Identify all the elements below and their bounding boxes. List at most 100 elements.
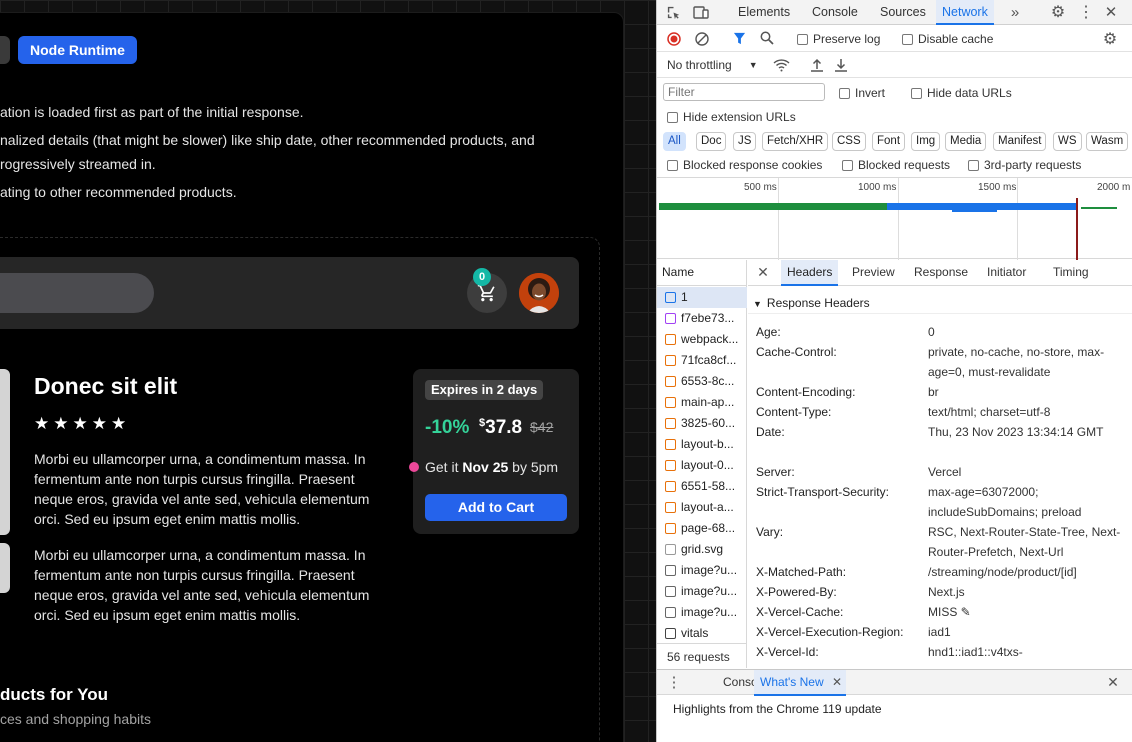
type-filter-font[interactable]: Font: [872, 132, 906, 151]
checkbox-box: [842, 159, 853, 171]
request-row[interactable]: image?u...: [657, 560, 747, 581]
request-row[interactable]: layout-0...: [657, 455, 747, 476]
js-file-icon: [665, 439, 676, 450]
close-drawer-icon[interactable]: ✕: [1106, 674, 1120, 690]
import-har-icon[interactable]: [810, 57, 824, 73]
header-value: Next.js: [928, 582, 1128, 602]
type-filter-js[interactable]: JS: [733, 132, 757, 151]
inspect-element-icon[interactable]: [665, 4, 681, 20]
close-devtools-icon[interactable]: ✕: [1103, 4, 1119, 21]
edit-pencil-icon[interactable]: ✎: [957, 605, 971, 619]
request-row[interactable]: grid.svg: [657, 539, 747, 560]
price-card: Expires in 2 days -10% $37.8 $42 Get it …: [409, 369, 579, 534]
triangle-down-icon: ▼: [753, 299, 762, 309]
request-row[interactable]: 6553-8c...: [657, 371, 747, 392]
hide-extension-urls-label: Hide extension URLs: [683, 110, 796, 124]
type-filter-manifest[interactable]: Manifest: [993, 132, 1047, 151]
avatar[interactable]: [519, 273, 559, 313]
kebab-menu-icon[interactable]: ⋮: [1078, 4, 1094, 21]
type-filter-media[interactable]: Media: [945, 132, 987, 151]
blocked-cookies-checkbox[interactable]: Blocked response cookies: [667, 158, 822, 172]
timeline-gridline: [778, 178, 779, 260]
name-column-header[interactable]: Name: [657, 260, 747, 286]
request-row[interactable]: layout-a...: [657, 497, 747, 518]
header-value: Thu, 23 Nov 2023 13:34:14 GMT: [928, 422, 1128, 442]
avatar-image: [519, 273, 559, 313]
header-name: Age:: [756, 325, 781, 339]
filter-input[interactable]: [663, 83, 825, 101]
tab-preview[interactable]: Preview: [846, 260, 901, 286]
request-row[interactable]: 71fca8cf...: [657, 350, 747, 371]
request-row[interactable]: image?u...: [657, 602, 747, 623]
star-rating: ★★★★★: [34, 414, 131, 433]
tab-timing[interactable]: Timing: [1047, 260, 1095, 286]
tab-sources[interactable]: Sources: [880, 0, 926, 25]
header-value-text: max-age=63072000; includeSubDomains; pre…: [928, 485, 1082, 519]
disable-cache-checkbox[interactable]: Disable cache: [902, 32, 993, 46]
more-tabs-icon[interactable]: »: [1007, 4, 1023, 21]
request-row[interactable]: page-68...: [657, 518, 747, 539]
other-file-icon: [665, 628, 676, 639]
request-row[interactable]: main-ap...: [657, 392, 747, 413]
shipping-estimate: Get it Nov 25 by 5pm: [425, 459, 558, 475]
hide-extension-urls-checkbox[interactable]: Hide extension URLs: [667, 110, 796, 124]
type-filter-fetch[interactable]: Fetch/XHR: [762, 132, 829, 151]
product-image-main[interactable]: [0, 369, 10, 535]
request-row[interactable]: layout-b...: [657, 434, 747, 455]
type-filter-all[interactable]: All: [663, 132, 686, 151]
record-stop-icon[interactable]: [667, 32, 681, 46]
request-row[interactable]: f7ebe73...: [657, 308, 747, 329]
tab-elements[interactable]: Elements: [738, 0, 790, 25]
chevron-down-icon: ▼: [748, 60, 758, 70]
tab-initiator[interactable]: Initiator: [981, 260, 1032, 286]
request-row[interactable]: webpack...: [657, 329, 747, 350]
request-row[interactable]: image?u...: [657, 581, 747, 602]
add-to-cart-button[interactable]: Add to Cart: [425, 494, 567, 521]
settings-gear-icon[interactable]: ⚙: [1050, 4, 1066, 21]
network-conditions-icon[interactable]: [772, 57, 790, 73]
type-filter-wasm[interactable]: Wasm: [1086, 132, 1129, 151]
network-overview-timeline[interactable]: 500 ms 1000 ms 1500 ms 2000 m: [657, 177, 1132, 260]
search-icon[interactable]: [760, 31, 774, 45]
whats-new-highlight[interactable]: Highlights from the Chrome 119 update: [673, 702, 882, 716]
request-row[interactable]: 6551-58...: [657, 476, 747, 497]
filter-funnel-icon[interactable]: [732, 31, 746, 45]
header-value: text/html; charset=utf-8: [928, 402, 1128, 422]
product-description-1: Morbi eu ullamcorper urna, a condimentum…: [34, 451, 370, 527]
blocked-requests-checkbox[interactable]: Blocked requests: [842, 158, 950, 172]
timeline-bar-resources: [887, 203, 1077, 210]
tab-console[interactable]: Console: [812, 0, 858, 25]
third-party-checkbox[interactable]: 3rd-party requests: [968, 158, 1081, 172]
request-row[interactable]: 1: [657, 287, 747, 308]
network-settings-icon[interactable]: ⚙: [1102, 31, 1118, 48]
hide-data-urls-checkbox[interactable]: Hide data URLs: [911, 86, 1012, 100]
throttling-select[interactable]: No throttling ▼: [667, 58, 758, 72]
export-har-icon[interactable]: [834, 57, 848, 73]
header-value: private, no-cache, no-store, max-age=0, …: [928, 342, 1128, 382]
tab-network[interactable]: Network: [936, 0, 994, 25]
request-row[interactable]: vitals: [657, 623, 747, 644]
header-value-text: br: [928, 385, 939, 399]
search-bar[interactable]: [0, 273, 154, 313]
response-headers-section[interactable]: ▼ Response Headers: [748, 292, 1132, 314]
request-row[interactable]: 3825-60...: [657, 413, 747, 434]
detail-tabbar: ✕ Headers Preview Response Initiator Tim…: [748, 260, 1132, 286]
runtime-tab-node[interactable]: Node Runtime: [18, 36, 137, 64]
runtime-tab-edge[interactable]: [0, 36, 10, 64]
tab-response[interactable]: Response: [908, 260, 974, 286]
devtools-panel: Elements Console Sources Network » ⚙ ⋮ ✕…: [656, 0, 1132, 742]
close-tab-icon[interactable]: ✕: [831, 675, 843, 689]
drawer-menu-icon[interactable]: ⋮: [667, 674, 682, 691]
preserve-log-checkbox[interactable]: Preserve log: [797, 32, 880, 46]
clear-log-icon[interactable]: [695, 32, 709, 46]
type-filter-img[interactable]: Img: [911, 132, 941, 151]
product-image-thumb[interactable]: [0, 543, 10, 593]
device-toolbar-icon[interactable]: [693, 4, 709, 20]
description-line-2: nalized details (that might be slower) l…: [0, 132, 535, 148]
type-filter-doc[interactable]: Doc: [696, 132, 727, 151]
tab-headers[interactable]: Headers: [781, 260, 839, 286]
close-detail-icon[interactable]: ✕: [756, 264, 770, 280]
type-filter-ws[interactable]: WS: [1053, 132, 1082, 151]
invert-checkbox[interactable]: Invert: [839, 86, 885, 100]
type-filter-css[interactable]: CSS: [832, 132, 866, 151]
